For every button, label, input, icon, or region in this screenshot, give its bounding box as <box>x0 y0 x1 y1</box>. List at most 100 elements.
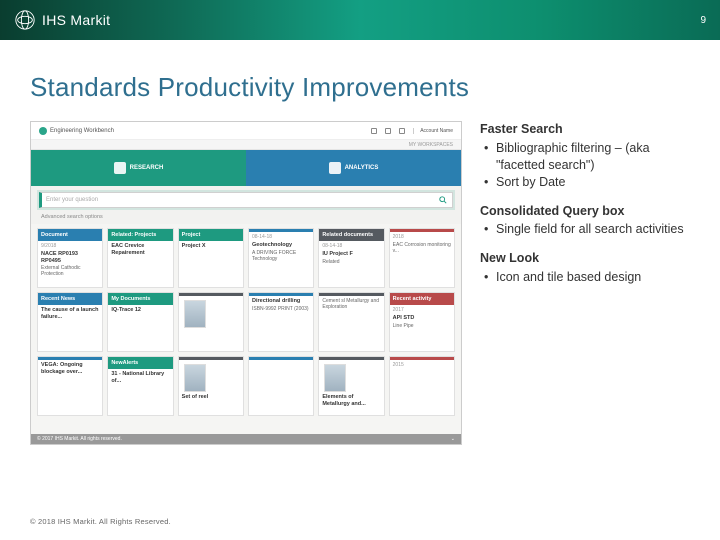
bullet-icon: • <box>484 221 496 238</box>
note-text: Sort by Date <box>496 174 690 191</box>
card-body: Elements of Metallurgy and... <box>319 360 383 415</box>
card-date: 2017 <box>390 305 454 313</box>
note-item: •Icon and tile based design <box>484 269 690 286</box>
screenshot-column: Engineering Workbench Account Name MY WO… <box>30 121 462 445</box>
search-input[interactable]: Enter your question <box>39 192 453 208</box>
note-section: Faster Search •Bibliographic filtering – … <box>480 121 690 191</box>
tile-card[interactable]: Recent activity2017API STDLine Pipe <box>389 292 455 352</box>
tile-card[interactable]: Set of reel <box>178 356 244 416</box>
bullet-icon: • <box>484 140 496 157</box>
tile-card[interactable] <box>178 292 244 352</box>
card-body: EAC Corrosion monitoring v... <box>390 240 454 287</box>
tile-card[interactable]: Directional drillingISBN-9992 PRINT (200… <box>248 292 314 352</box>
search-placeholder: Enter your question <box>46 197 438 203</box>
note-section-title: New Look <box>480 250 690 267</box>
note-section: Consolidated Query box•Single field for … <box>480 203 690 239</box>
hero-analytics[interactable]: ANALYTICS <box>246 150 461 186</box>
help-icon[interactable] <box>399 128 405 134</box>
card-body: The cause of a launch failure... <box>38 305 102 351</box>
app-subbar: MY WORKSPACES <box>31 140 461 150</box>
brand-logo: IHS Markit <box>14 9 110 31</box>
search-icon[interactable] <box>438 196 448 204</box>
bell-icon[interactable] <box>385 128 391 134</box>
app-logo-icon <box>39 127 47 135</box>
note-list: •Single field for all search activities <box>480 221 690 238</box>
note-section: New Look •Icon and tile based design <box>480 250 690 286</box>
card-body <box>249 360 313 415</box>
card-body <box>390 368 454 415</box>
analytics-icon <box>329 162 341 174</box>
note-text: Icon and tile based design <box>496 269 690 286</box>
note-section-title: Consolidated Query box <box>480 203 690 220</box>
searchbar-row: Enter your question <box>31 186 461 214</box>
card-body: EAC Crevice Repairement <box>108 241 172 287</box>
note-item: •Single field for all search activities <box>484 221 690 238</box>
tile-card[interactable]: 2018EAC Corrosion monitoring v... <box>389 228 455 288</box>
swirl-icon <box>14 9 36 31</box>
card-header: Related documents <box>319 229 383 241</box>
tile-card[interactable]: Recent NewsThe cause of a launch failure… <box>37 292 103 352</box>
tile-card[interactable]: Related: ProjectsEAC Crevice Repairement <box>107 228 173 288</box>
brand-text: IHS Markit <box>42 12 110 28</box>
card-body: IQ-Trace 12 <box>108 305 172 351</box>
tile-card[interactable]: NewAlerts31 - National Library of... <box>107 356 173 416</box>
chevron-down-icon[interactable]: ⌄ <box>451 436 455 442</box>
workspaces-link[interactable]: MY WORKSPACES <box>409 142 453 148</box>
card-date: 2018 <box>390 232 454 240</box>
tile-card[interactable]: 2015 <box>389 356 455 416</box>
tile-card[interactable]: VEGA: Ongoing blockage over... <box>37 356 103 416</box>
thumbnail-icon <box>324 364 346 392</box>
note-section-title: Faster Search <box>480 121 690 138</box>
tile-card[interactable]: Cement sl Metallurgy and Exploration <box>318 292 384 352</box>
tile-card[interactable]: Document9/2018NACE RP0193 RP0495External… <box>37 228 103 288</box>
note-text: Bibliographic filtering – (aka "facetted… <box>496 140 690 174</box>
app-copyright: © 2017 IHS Markit. All rights reserved. <box>37 436 122 442</box>
hero-research[interactable]: RESEARCH <box>31 150 246 186</box>
card-body: Project X <box>179 241 243 287</box>
card-body: NACE RP0193 RP0495External Cathodic Prot… <box>38 249 102 287</box>
content-row: Engineering Workbench Account Name MY WO… <box>0 121 720 445</box>
app-top-right: Account Name <box>371 128 453 134</box>
card-header: Recent activity <box>390 293 454 305</box>
tile-card[interactable] <box>248 356 314 416</box>
slide-header: IHS Markit 9 <box>0 0 720 40</box>
card-header: My Documents <box>108 293 172 305</box>
bullet-icon: • <box>484 269 496 286</box>
tile-card[interactable]: Elements of Metallurgy and... <box>318 356 384 416</box>
card-header: Project <box>179 229 243 241</box>
card-header: NewAlerts <box>108 357 172 369</box>
card-header: Related: Projects <box>108 229 172 241</box>
note-list: •Icon and tile based design <box>480 269 690 286</box>
user-name[interactable]: Account Name <box>413 128 453 134</box>
bullet-icon: • <box>484 174 496 191</box>
tile-card[interactable]: ProjectProject X <box>178 228 244 288</box>
app-brand-text: Engineering Workbench <box>50 128 114 134</box>
notes-column: Faster Search•Bibliographic filtering – … <box>480 121 690 445</box>
card-body: VEGA: Ongoing blockage over... <box>38 360 102 415</box>
app-screenshot: Engineering Workbench Account Name MY WO… <box>30 121 462 445</box>
card-date: 08-14-18 <box>249 232 313 240</box>
tile-card[interactable]: My DocumentsIQ-Trace 12 <box>107 292 173 352</box>
gear-icon[interactable] <box>371 128 377 134</box>
tile-card[interactable]: Related documents08-14-18IU Project FRel… <box>318 228 384 288</box>
hero-row: RESEARCH ANALYTICS <box>31 150 461 186</box>
slide-title: Standards Productivity Improvements <box>0 40 720 121</box>
hero-analytics-label: ANALYTICS <box>345 165 379 171</box>
card-body: Directional drillingISBN-9992 PRINT (200… <box>249 296 313 351</box>
note-item: •Bibliographic filtering – (aka "facette… <box>484 140 690 174</box>
card-date: 2015 <box>390 360 454 368</box>
card-body: API STDLine Pipe <box>390 313 454 351</box>
card-header: Document <box>38 229 102 241</box>
cards-grid: Document9/2018NACE RP0193 RP0495External… <box>31 224 461 444</box>
app-topbar: Engineering Workbench Account Name <box>31 122 461 140</box>
page-number: 9 <box>700 15 706 26</box>
app-footer-bar: © 2017 IHS Markit. All rights reserved. … <box>31 434 461 444</box>
note-list: •Bibliographic filtering – (aka "facette… <box>480 140 690 191</box>
note-item: •Sort by Date <box>484 174 690 191</box>
thumbnail-icon <box>184 300 206 328</box>
advanced-search-link[interactable]: Advanced search options <box>31 214 461 224</box>
tile-card[interactable]: 08-14-18GeotechnologyA DRIVING FORCE Tec… <box>248 228 314 288</box>
card-body: Set of reel <box>179 360 243 415</box>
card-body: IU Project FRelated <box>319 249 383 287</box>
thumbnail-icon <box>184 364 206 392</box>
